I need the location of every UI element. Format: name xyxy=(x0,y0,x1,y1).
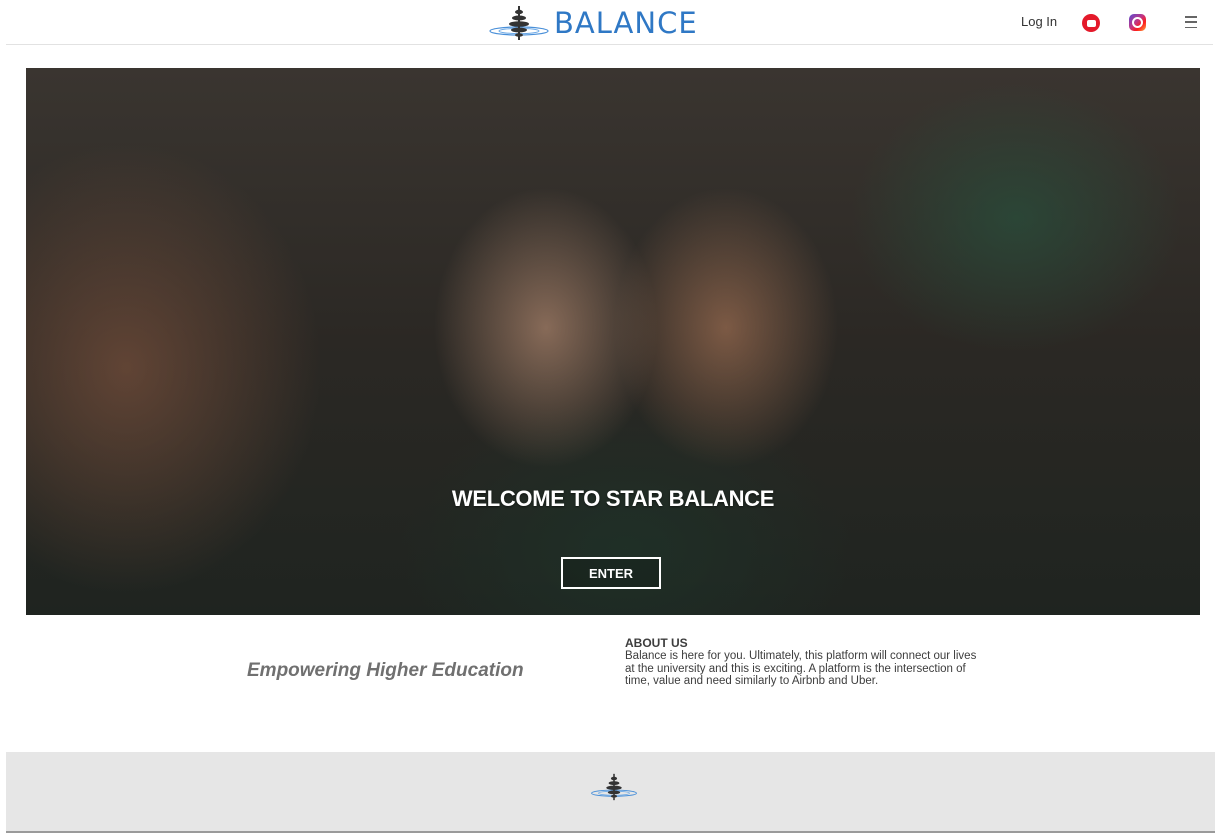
footer-logo[interactable] xyxy=(590,772,638,807)
menu-line xyxy=(1185,16,1197,18)
enter-button[interactable]: ENTER xyxy=(561,557,661,589)
logo-text: BALANCE xyxy=(554,6,698,40)
balance-logo-icon xyxy=(591,773,637,801)
header-divider xyxy=(6,44,1213,45)
menu-line xyxy=(1185,26,1197,28)
tagline: Empowering Higher Education xyxy=(247,660,524,681)
hero-title: WELCOME TO STAR BALANCE xyxy=(451,486,775,511)
youtube-icon[interactable] xyxy=(1082,14,1100,32)
login-link[interactable]: Log In xyxy=(1021,14,1057,29)
menu-line xyxy=(1185,21,1197,23)
hero-banner: WELCOME TO STAR BALANCE ENTER xyxy=(26,68,1200,615)
about-heading: ABOUT US xyxy=(625,636,688,650)
instagram-icon-ring xyxy=(1132,17,1143,28)
balance-logo-icon xyxy=(489,6,549,40)
about-text: Balance is here for you. Ultimately, thi… xyxy=(625,650,977,687)
footer-bottom-line xyxy=(6,831,1215,833)
site-footer xyxy=(6,752,1215,833)
instagram-icon[interactable] xyxy=(1129,14,1146,31)
youtube-icon-inner xyxy=(1086,19,1096,27)
brand-logo[interactable]: BALANCE xyxy=(488,4,698,42)
hamburger-menu-icon[interactable] xyxy=(1185,16,1197,28)
site-header: BALANCE Log In xyxy=(0,0,1217,45)
